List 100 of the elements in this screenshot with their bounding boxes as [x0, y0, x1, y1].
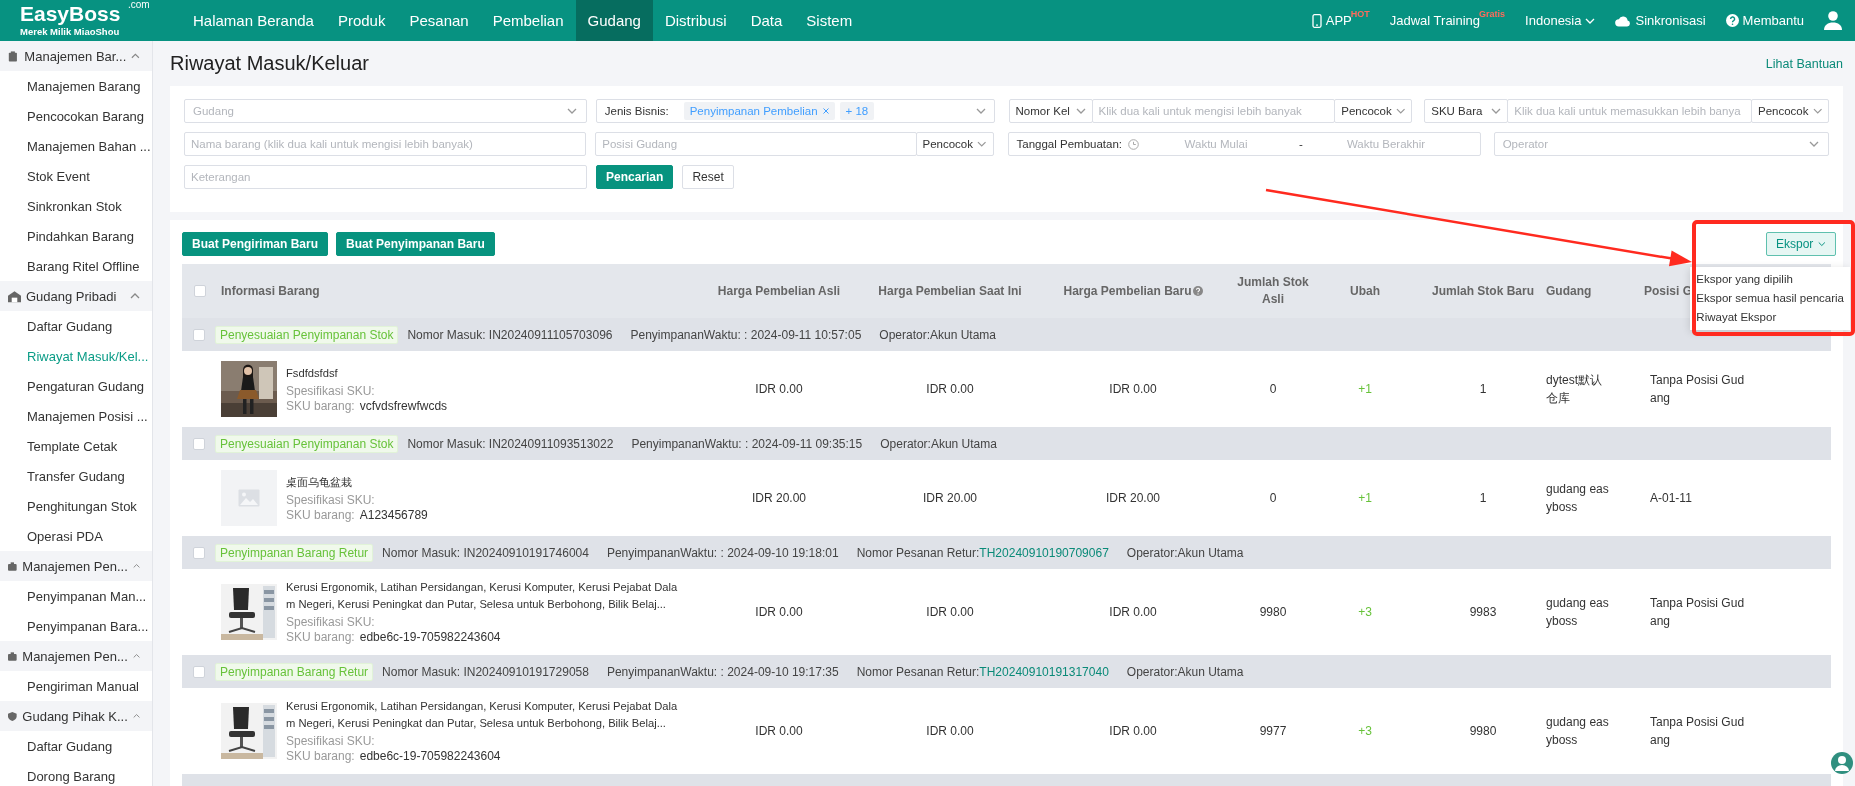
chevron-down-icon — [975, 108, 986, 114]
checkbox[interactable] — [193, 328, 205, 341]
table-cell-text: gudang easyboss — [1546, 714, 1610, 749]
image-icon — [238, 489, 260, 507]
select-field[interactable]: Operator — [1493, 132, 1829, 156]
sidebar-item[interactable]: Pengaturan Gudang — [0, 371, 152, 401]
nav-tab[interactable]: Gudang — [575, 0, 653, 41]
column-header: Jumlah Stok Baru — [1432, 282, 1534, 300]
sidebar-item[interactable]: Manajemen Barang — [0, 71, 152, 101]
checkbox[interactable] — [193, 437, 205, 450]
box-icon — [8, 559, 18, 573]
sidebar-item[interactable]: Pindahkan Barang — [0, 221, 152, 251]
sidebar-item[interactable]: Daftar Gudang — [0, 731, 152, 761]
meta-text: Nomor Masuk: IN20240911105703096 — [407, 327, 613, 342]
checkbox[interactable] — [193, 546, 205, 559]
sidebar-item[interactable]: Penyimpanan Man... — [0, 581, 152, 611]
column-header: Informasi Barang — [221, 282, 320, 300]
search-button[interactable]: Pencarian — [596, 165, 674, 189]
sidebar-item[interactable]: Manajemen Bahan ... — [0, 131, 152, 161]
sidebar-item[interactable]: Template Cetak — [0, 431, 152, 461]
sidebar-group-header[interactable]: Gudang Pribadi — [0, 281, 152, 311]
assistant-avatar-icon[interactable] — [1831, 752, 1853, 774]
sidebar-item[interactable]: Pengiriman Manual — [0, 671, 152, 701]
sidebar-item[interactable]: Pencocokan Barang — [0, 101, 152, 131]
sidebar-group-header[interactable]: Manajemen Pen... — [0, 551, 152, 581]
sidebar-group-header[interactable]: Manajemen Bar... — [0, 41, 152, 71]
checkbox[interactable] — [194, 285, 206, 297]
nav-tab[interactable]: Distribusi — [652, 0, 739, 41]
table-cell: 1 — [1479, 491, 1487, 505]
product-name: Kerusi Ergonomik, Latihan Persidangan, Kerusi Komputer, Kerusi Pejabat Dalam Negeri, Kerusi Peningkat dan Putar, Selesa untuk Berbohong, Bilik Belaj... — [286, 699, 679, 731]
sku-text: SKU barang: edbe6c-19-705982243604 — [286, 630, 502, 645]
table-cell: 1 — [1479, 382, 1487, 396]
sidebar-group-label: Manajemen Pen... — [22, 648, 128, 664]
checkbox[interactable] — [193, 665, 205, 678]
help-icon — [1192, 286, 1203, 296]
table-cell: IDR 0.00 — [1109, 605, 1157, 619]
field-label: Tanggal Pembuatan: — [1016, 138, 1122, 150]
user-icon[interactable] — [1824, 11, 1842, 30]
sidebar-item[interactable]: Transfer Gudang — [0, 461, 152, 491]
type-tag: Penyimpanan Barang Retur — [215, 662, 374, 681]
nav-tab[interactable]: Sistem — [794, 0, 865, 41]
sidebar-group-header[interactable]: Gudang Pihak K... — [0, 701, 152, 731]
input-field[interactable]: Posisi Gudang — [595, 132, 917, 156]
chevron-down-icon — [977, 141, 987, 147]
export-button[interactable]: Ekspor — [1766, 232, 1836, 256]
menu-item[interactable]: Ekspor semua hasil pencaria — [1690, 289, 1850, 308]
phone-icon — [1311, 13, 1322, 28]
nav-tab[interactable]: Halaman Beranda — [181, 0, 326, 41]
menu-item[interactable]: Riwayat Ekspor — [1690, 308, 1850, 327]
select-field[interactable]: Gudang — [184, 99, 587, 123]
nav-tab[interactable]: Data — [738, 0, 795, 41]
action-button[interactable]: Buat Pengiriman Baru — [182, 232, 329, 256]
input-field[interactable]: Klik dua kali untuk memasukkan lebih banya — [1507, 99, 1752, 123]
sidebar-item[interactable]: Penghitungan Stok — [0, 491, 152, 521]
select-field[interactable]: Pencocok — [1334, 99, 1413, 123]
table-cell: IDR 20.00 — [923, 491, 977, 505]
table-cell: IDR 20.00 — [752, 491, 806, 505]
sidebar-item[interactable]: Daftar Gudang — [0, 311, 152, 341]
nav-tab[interactable]: Produk — [325, 0, 398, 41]
select-field[interactable]: SKU Bara — [1424, 99, 1509, 123]
table-cell: +1 — [1358, 491, 1372, 505]
input-field[interactable]: Klik dua kali untuk mengisi lebih banyak — [1091, 99, 1336, 123]
sidebar-item[interactable]: Riwayat Masuk/Kel... — [0, 341, 152, 371]
meta-text: Operator:Akun Utama — [1126, 545, 1244, 560]
table-cell: IDR 0.00 — [1109, 382, 1157, 396]
top-link[interactable]: Membantu — [1725, 13, 1804, 28]
sidebar-item[interactable]: Manajemen Posisi ... — [0, 401, 152, 431]
column-header: Jumlah Stok Asli — [1236, 274, 1310, 308]
action-button[interactable]: Buat Penyimpanan Baru — [336, 232, 495, 256]
menu-item[interactable]: Ekspor yang dipilih — [1690, 270, 1850, 289]
product-name: Fsdfdsfdsf — [286, 365, 339, 381]
input-field[interactable]: Keterangan — [184, 165, 587, 189]
nav-tab[interactable]: Pembelian — [480, 0, 576, 41]
type-tag: Penyimpanan Barang Retur — [215, 543, 374, 562]
table-cell: IDR 20.00 — [1106, 491, 1160, 505]
top-link[interactable]: Sinkronisasi — [1615, 13, 1706, 28]
table-cell-text: dytest默认仓库 — [1546, 372, 1603, 407]
help-link[interactable]: Lihat Bantuan — [1765, 56, 1843, 71]
select-field[interactable]: Pencocok — [1751, 99, 1829, 123]
sidebar-item[interactable]: Sinkronkan Stok — [0, 191, 152, 221]
select-field[interactable]: Pencocok — [915, 132, 994, 156]
top-link[interactable]: Indonesia — [1525, 13, 1596, 28]
reset-button[interactable]: Reset — [682, 165, 734, 189]
logo-text: EasyBoss — [20, 2, 121, 26]
date-input[interactable]: Waktu Mulai — [1139, 137, 1293, 151]
date-range-field[interactable]: Tanggal Pembuatan: Waktu Mulai - Waktu Berakhir — [1007, 132, 1481, 156]
table-cell: 9980 — [1259, 605, 1287, 619]
sku-spec-label: Spesifikasi SKU: — [286, 383, 376, 399]
sidebar-group-header[interactable]: Manajemen Pen... — [0, 641, 152, 671]
date-input[interactable]: Waktu Berakhir — [1309, 137, 1463, 151]
chevron-down-icon — [1395, 108, 1406, 114]
nav-tab[interactable]: Pesanan — [397, 0, 481, 41]
sidebar-item[interactable]: Operasi PDA — [0, 521, 152, 551]
sidebar-item[interactable]: Dorong Barang — [0, 761, 152, 786]
sidebar-item[interactable]: Stok Event — [0, 161, 152, 191]
sidebar-item[interactable]: Penyimpanan Bara... — [0, 611, 152, 641]
sidebar-group-label: Gudang Pribadi — [26, 288, 118, 304]
sidebar-item[interactable]: Barang Ritel Offline — [0, 251, 152, 281]
input-field[interactable]: Nama barang (klik dua kali untuk mengisi lebih banyak) — [184, 132, 587, 156]
select-field[interactable]: Nomor Kel — [1008, 99, 1093, 123]
